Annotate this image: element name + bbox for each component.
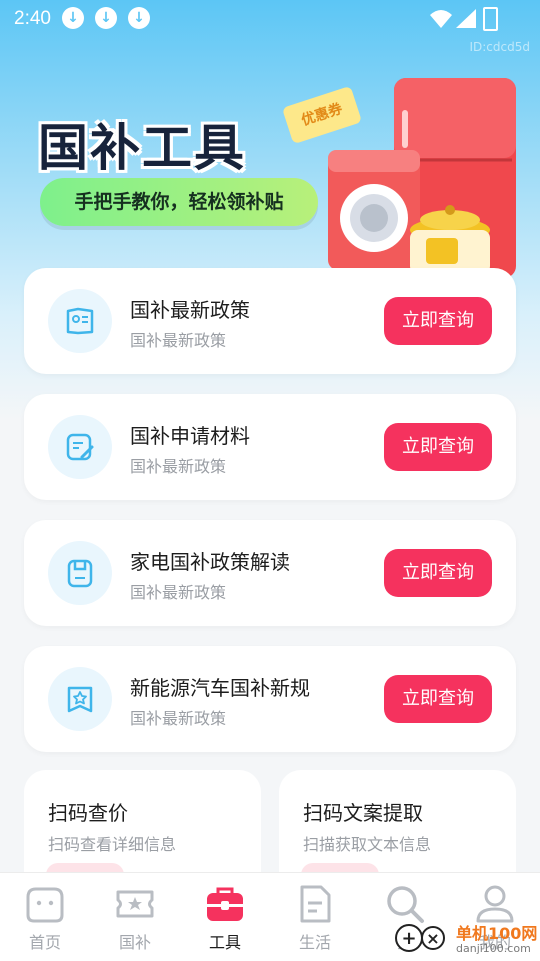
tool-subtitle: 扫描获取文本信息 — [303, 835, 432, 854]
appliances-illustration — [328, 78, 516, 278]
document-icon — [300, 885, 331, 923]
card-subtitle: 国补最新政策 — [130, 331, 227, 350]
card-materials[interactable]: 国补申请材料 国补最新政策 立即查询 — [24, 394, 516, 500]
download-icon — [95, 7, 117, 29]
card-title: 国补申请材料 — [130, 424, 250, 448]
site-watermark-url: danji100.com — [456, 942, 531, 955]
tool-title: 扫码查价 — [48, 801, 128, 825]
query-button[interactable]: 立即查询 — [384, 423, 492, 471]
svg-text:×: × — [426, 929, 439, 948]
banner-subtitle[interactable]: 手把手教你，轻松领补贴 — [40, 178, 318, 226]
status-bar: 2:40 — [0, 0, 540, 38]
card-policy[interactable]: 国补最新政策 国补最新政策 立即查询 — [24, 268, 516, 374]
card-subtitle: 国补最新政策 — [130, 457, 227, 476]
download-icon — [128, 7, 150, 29]
document-icon — [48, 289, 112, 353]
nav-label: 国补 — [118, 933, 151, 952]
nav-subsidy[interactable]: 国补 — [90, 873, 180, 961]
id-watermark: ID:cdcd5d — [469, 40, 530, 54]
query-button[interactable]: 立即查询 — [384, 297, 492, 345]
signal-icon — [430, 9, 476, 28]
card-subtitle: 国补最新政策 — [130, 709, 227, 728]
card-title: 新能源汽车国补新规 — [130, 676, 310, 700]
nav-home[interactable]: 首页 — [0, 873, 90, 961]
query-button[interactable]: 立即查询 — [384, 549, 492, 597]
home-icon — [26, 887, 64, 923]
card-subtitle: 国补最新政策 — [130, 583, 227, 602]
card-title: 家电国补政策解读 — [130, 550, 290, 574]
nav-tools[interactable]: 工具 — [180, 873, 270, 961]
card-title: 国补最新政策 — [130, 298, 250, 322]
tool-subtitle: 扫码查看详细信息 — [48, 835, 177, 854]
edit-document-icon — [48, 415, 112, 479]
card-appliance-policy[interactable]: 家电国补政策解读 国补最新政策 立即查询 — [24, 520, 516, 626]
status-time: 2:40 — [14, 8, 51, 29]
nav-label: 首页 — [28, 933, 61, 952]
svg-text:+: + — [401, 928, 416, 949]
download-icon — [62, 7, 84, 29]
battery-icon — [483, 7, 498, 31]
banner-title: 国补工具 — [38, 119, 246, 177]
nav-life[interactable]: 生活 — [270, 873, 360, 961]
ticket-icon — [116, 890, 154, 918]
nav-label: 生活 — [298, 933, 331, 952]
toolbox-icon — [207, 887, 243, 921]
nav-label: 工具 — [208, 933, 241, 952]
badge-icon — [48, 667, 112, 731]
site-watermark-name: 单机100网 — [456, 924, 538, 943]
query-button[interactable]: 立即查询 — [384, 675, 492, 723]
tool-title: 扫码文案提取 — [303, 801, 423, 825]
clipboard-icon — [48, 541, 112, 605]
card-ev-policy[interactable]: 新能源汽车国补新规 国补最新政策 立即查询 — [24, 646, 516, 752]
